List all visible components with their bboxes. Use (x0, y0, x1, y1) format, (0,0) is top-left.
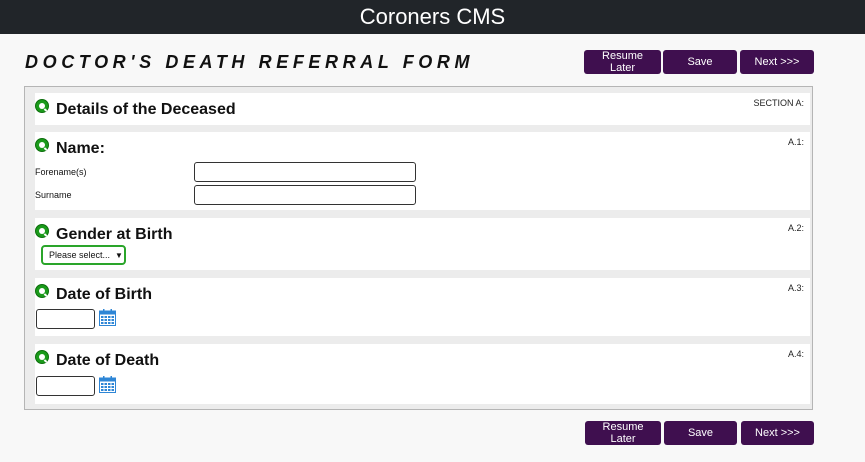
gender-select-value: Please select... (49, 250, 111, 260)
chevron-down-icon: ▼ (115, 250, 123, 260)
app-header: Coroners CMS (0, 0, 865, 34)
next-button-bottom[interactable]: Next >>> (741, 421, 814, 445)
dod-ref: A.4: (787, 349, 804, 359)
section-name: Name: A.1: Forename(s) Surname (35, 132, 810, 210)
dob-input[interactable] (36, 309, 95, 329)
calendar-icon[interactable] (99, 376, 116, 393)
question-icon[interactable] (35, 224, 49, 238)
surname-input[interactable] (194, 185, 416, 205)
section-heading: Details of the Deceased (56, 101, 236, 118)
name-ref: A.1: (787, 137, 804, 147)
dob-ref: A.3: (787, 283, 804, 293)
form-panel: Details of the Deceased SECTION A: Name:… (24, 86, 813, 410)
save-button-top[interactable]: Save (663, 50, 737, 74)
gender-select[interactable]: Please select... ▼ (41, 245, 126, 265)
surname-label: Surname (35, 190, 72, 200)
dob-heading: Date of Birth (56, 286, 152, 303)
section-gender: Gender at Birth A.2: Please select... ▼ (35, 218, 810, 270)
resume-later-button-bottom[interactable]: Resume Later (585, 421, 661, 445)
next-button-top[interactable]: Next >>> (740, 50, 814, 74)
section-ref: SECTION A: (753, 98, 804, 108)
section-deceased: Details of the Deceased SECTION A: (35, 93, 810, 125)
save-button-bottom[interactable]: Save (664, 421, 737, 445)
resume-later-button-top[interactable]: Resume Later (584, 50, 661, 74)
forename-label: Forename(s) (35, 167, 87, 177)
question-icon[interactable] (35, 138, 49, 152)
app-title: Coroners CMS (359, 4, 506, 29)
question-icon[interactable] (35, 350, 49, 364)
gender-ref: A.2: (787, 223, 804, 233)
name-heading: Name: (56, 140, 105, 157)
dod-heading: Date of Death (56, 352, 160, 369)
dod-input[interactable] (36, 376, 95, 396)
gender-heading: Gender at Birth (56, 226, 173, 243)
forename-input[interactable] (194, 162, 416, 182)
section-dob: Date of Birth A.3: (35, 278, 810, 336)
calendar-icon[interactable] (99, 309, 116, 326)
form-title: DOCTOR'S DEATH REFERRAL FORM (25, 52, 475, 72)
section-dod: Date of Death A.4: (35, 344, 810, 404)
question-icon[interactable] (35, 99, 49, 113)
question-icon[interactable] (35, 284, 49, 298)
